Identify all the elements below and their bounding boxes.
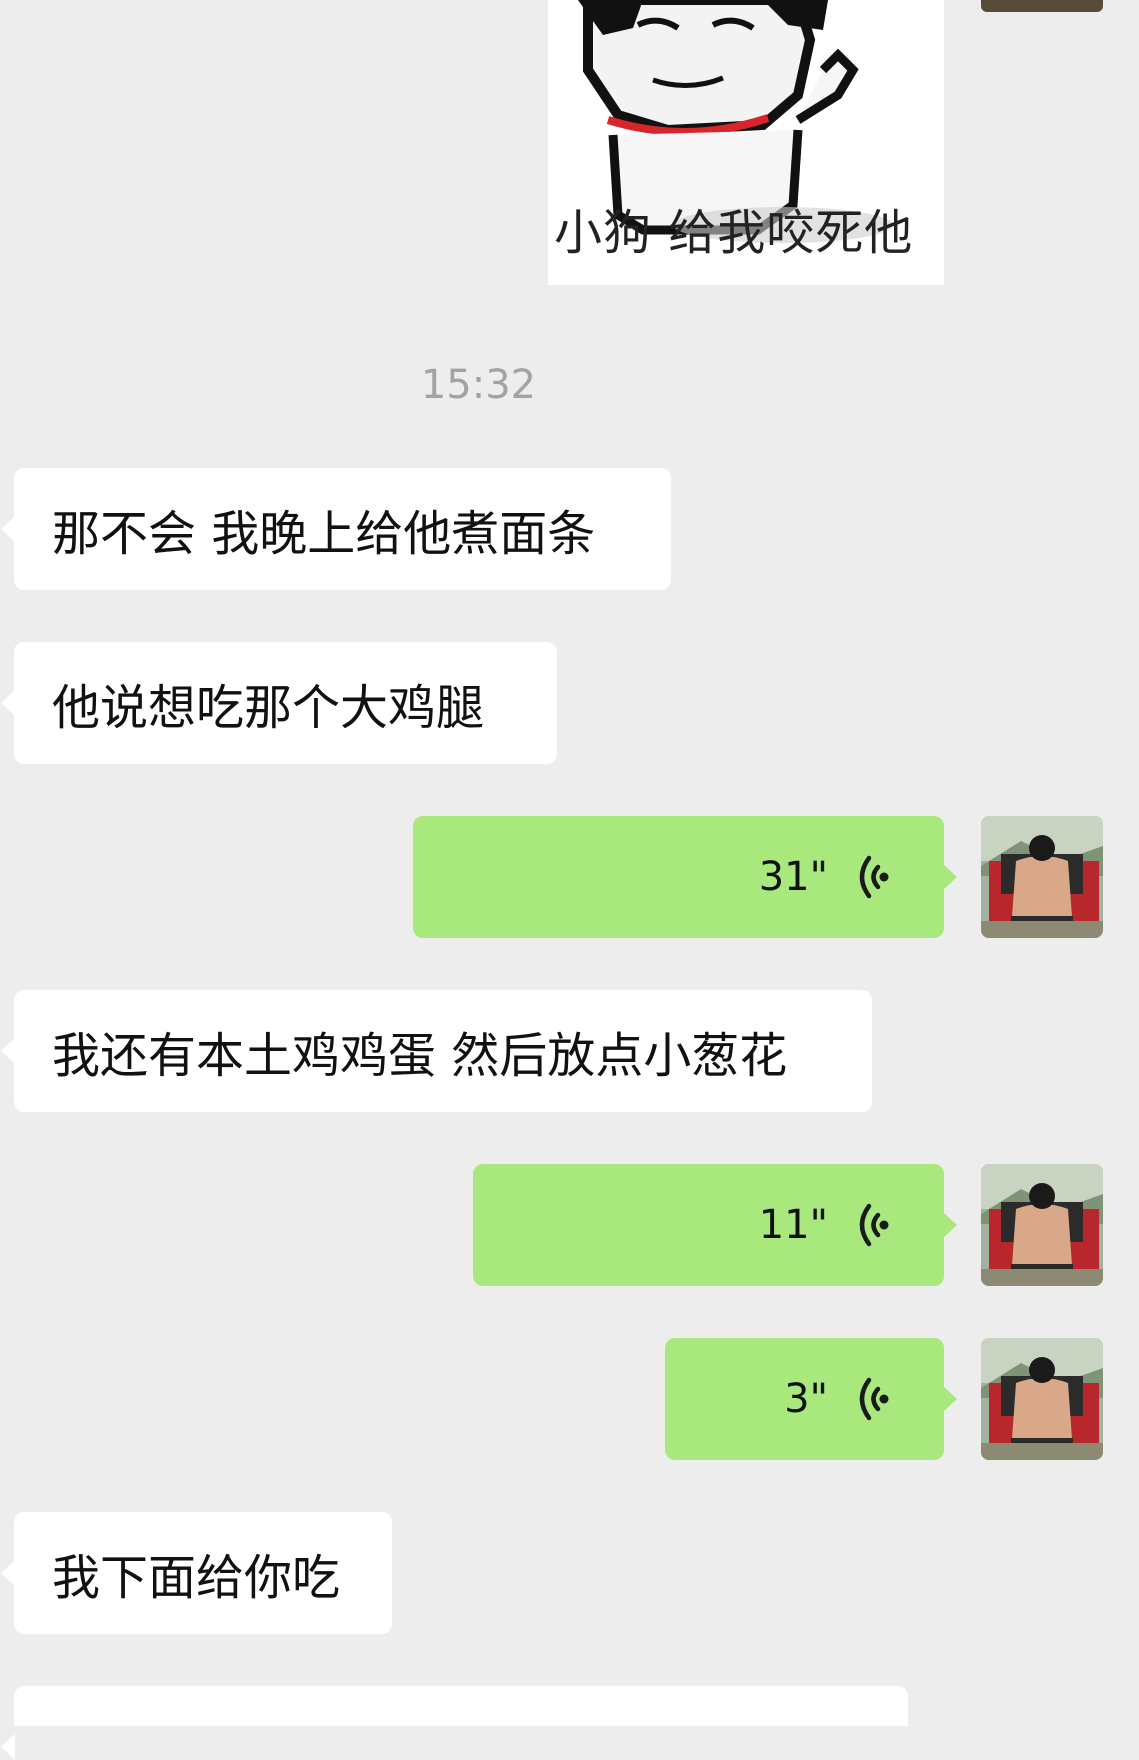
message-text: 我下面给你吃 xyxy=(52,1550,341,1606)
outgoing-voice-message[interactable]: 11" xyxy=(473,1164,957,1286)
voice-wave-icon xyxy=(854,853,894,901)
incoming-text-message[interactable]: 他说想吃那个大鸡腿 xyxy=(1,642,557,764)
sticker-caption: 小狗 给我咬死他 xyxy=(554,205,914,261)
chat-message-list[interactable]: 小狗 给我咬死他 15:32 那不会 我晚上给他煮面条 他说想吃那个大鸡腿 31… xyxy=(0,0,1139,1760)
voice-duration: 31" xyxy=(758,854,828,900)
incoming-text-message[interactable]: 我下面给你吃 xyxy=(1,1512,392,1634)
outgoing-voice-message[interactable]: 31" xyxy=(413,816,957,938)
outgoing-voice-message[interactable]: 3" xyxy=(665,1338,957,1460)
message-text: 那不会 我晚上给他煮面条 xyxy=(52,506,596,562)
message-text: 他说想吃那个大鸡腿 xyxy=(52,680,485,736)
sender-avatar-partial[interactable] xyxy=(981,0,1103,12)
voice-wave-icon xyxy=(854,1375,894,1423)
incoming-text-message[interactable]: 我还有本土鸡鸡蛋 然后放点小葱花 xyxy=(1,990,872,1112)
message-text: 我还有本土鸡鸡蛋 然后放点小葱花 xyxy=(52,1028,788,1084)
voice-duration: 11" xyxy=(758,1202,828,1248)
sender-avatar[interactable] xyxy=(981,816,1103,938)
voice-duration: 3" xyxy=(784,1376,828,1422)
message-timestamp: 15:32 xyxy=(420,362,537,408)
sender-avatar[interactable] xyxy=(981,1338,1103,1460)
incoming-text-message-partial[interactable] xyxy=(1,1686,908,1760)
sender-avatar[interactable] xyxy=(981,1164,1103,1286)
incoming-text-message[interactable]: 那不会 我晚上给他煮面条 xyxy=(1,468,671,590)
sticker-message[interactable]: 小狗 给我咬死他 xyxy=(548,0,944,285)
voice-wave-icon xyxy=(854,1201,894,1249)
